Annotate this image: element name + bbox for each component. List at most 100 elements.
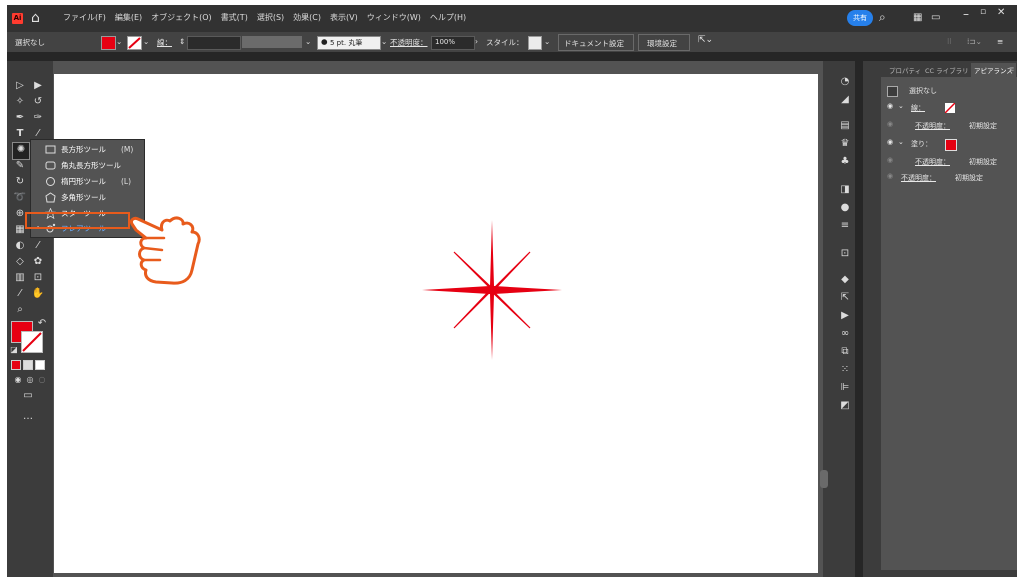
gradient-tool-icon[interactable]: ◐: [13, 239, 27, 253]
brush-dropdown-icon[interactable]: ⌄: [381, 37, 387, 46]
document-setup-button[interactable]: ドキュメント設定: [558, 34, 634, 51]
stroke-label[interactable]: 線：: [157, 37, 172, 48]
expand-chevron-icon[interactable]: ⌄: [898, 102, 904, 110]
stroke-weight-input[interactable]: [187, 36, 241, 50]
draw-inside-icon[interactable]: ○: [35, 373, 49, 387]
export-icon[interactable]: ⇱: [838, 291, 852, 305]
align-panel-icon[interactable]: ⊫: [838, 381, 852, 395]
selection-tool-icon[interactable]: ▷: [13, 79, 27, 93]
stroke-panel-icon[interactable]: ≡: [838, 219, 852, 233]
menu-type[interactable]: 書式(T): [221, 12, 248, 23]
share-button[interactable]: 共有: [847, 10, 873, 26]
visibility-eye-icon[interactable]: ◉: [887, 172, 893, 180]
paintbrush-tool-icon[interactable]: ✎: [13, 159, 27, 173]
asset-export-icon[interactable]: ⊡: [838, 247, 852, 261]
align-icon[interactable]: ⁝⁝: [947, 37, 952, 46]
menu-window[interactable]: ウィンドウ(W): [367, 12, 421, 23]
search-icon[interactable]: ⌕: [879, 10, 886, 25]
fill-red-swatch[interactable]: [945, 139, 957, 151]
screen-mode-icon[interactable]: ▭: [21, 389, 35, 403]
swap-colors-icon[interactable]: ↶: [35, 317, 49, 331]
variable-width-profile[interactable]: [242, 36, 302, 48]
type-tool-icon[interactable]: T: [13, 127, 27, 141]
lasso-tool-icon[interactable]: ↺: [31, 95, 45, 109]
transform-panel-icon[interactable]: ⁙: [838, 363, 852, 377]
blend-tool-icon[interactable]: ◇: [13, 255, 27, 269]
pathfinder-panel-icon[interactable]: ◩: [838, 399, 852, 413]
opacity-arrow-icon[interactable]: ›: [475, 37, 478, 46]
minimize-icon[interactable]: –: [963, 7, 969, 21]
symbol-sprayer-tool-icon[interactable]: ✿: [31, 255, 45, 269]
tab-cc-libraries[interactable]: CC ライブラリ: [925, 65, 969, 75]
maximize-icon[interactable]: ▫: [980, 7, 986, 17]
preferences-button[interactable]: 環境設定: [638, 34, 690, 51]
magic-wand-tool-icon[interactable]: ✧: [13, 95, 27, 109]
flyout-item-rectangle[interactable]: 長方形ツール (M): [31, 142, 144, 157]
fill-dropdown-icon[interactable]: ⌄: [116, 37, 122, 46]
arrange-documents-icon[interactable]: ⇱⌄: [698, 35, 713, 45]
brush-definition[interactable]: ● 5 pt. 丸筆: [317, 36, 381, 50]
transparency-panel-icon[interactable]: ●: [838, 201, 852, 215]
visibility-eye-icon[interactable]: ◉: [887, 120, 893, 128]
menu-select[interactable]: 選択(S): [257, 12, 284, 23]
stroke-swatch[interactable]: [127, 36, 142, 50]
stroke-dropdown-icon[interactable]: ⌄: [143, 37, 149, 46]
menu-view[interactable]: 表示(V): [330, 12, 358, 23]
expand-chevron-icon[interactable]: ⌄: [898, 138, 904, 146]
edit-toolbar-icon[interactable]: …: [21, 410, 35, 424]
tab-properties[interactable]: プロパティ: [889, 65, 921, 75]
fill-row-label[interactable]: 塗り：: [911, 139, 932, 149]
layers-panel-icon[interactable]: ◆: [838, 273, 852, 287]
swatches-panel-icon[interactable]: ◔: [838, 75, 852, 89]
links-panel-icon[interactable]: ∞: [838, 327, 852, 341]
visibility-eye-icon[interactable]: ◉: [887, 138, 893, 146]
curvature-tool-icon[interactable]: ✑: [31, 111, 45, 125]
panel-menu-icon[interactable]: ≡: [997, 37, 1003, 46]
opacity-label[interactable]: 不透明度：: [390, 37, 428, 48]
menu-file[interactable]: ファイル(F): [63, 12, 106, 23]
style-swatch[interactable]: [528, 36, 542, 50]
workspace-icon[interactable]: ▦: [913, 12, 922, 23]
actions-panel-icon[interactable]: ▶: [838, 309, 852, 323]
opacity-input[interactable]: 100%: [431, 36, 475, 50]
stroke-opacity-label[interactable]: 不透明度：: [915, 121, 950, 131]
menu-effect[interactable]: 効果(C): [293, 12, 321, 23]
visibility-eye-icon[interactable]: ◉: [887, 102, 893, 110]
flyout-item-rounded-rectangle[interactable]: 角丸長方形ツール: [31, 158, 144, 173]
direct-selection-tool-icon[interactable]: ▶: [31, 79, 45, 93]
object-opacity-label[interactable]: 不透明度：: [901, 173, 936, 183]
transform-icon[interactable]: ⁞⊐⌄: [967, 37, 982, 46]
brushes-panel-icon[interactable]: ◢: [838, 93, 852, 107]
flyout-item-ellipse[interactable]: 楕円形ツール (L): [31, 174, 144, 189]
slice-tool-icon[interactable]: ⁄: [13, 287, 27, 301]
scrollbar-thumb[interactable]: [820, 470, 828, 488]
artboards-panel-icon[interactable]: ⧉: [838, 345, 852, 359]
home-icon[interactable]: ⌂: [31, 10, 40, 26]
hand-tool-icon[interactable]: ✋: [31, 287, 45, 301]
stroke-weight-stepper[interactable]: ⇕: [179, 37, 185, 46]
fill-opacity-label[interactable]: 不透明度：: [915, 157, 950, 167]
gradient-panel-icon[interactable]: ◨: [838, 183, 852, 197]
flare-artwork[interactable]: [422, 220, 562, 360]
eyedropper-tool-icon[interactable]: ⁄: [31, 239, 45, 253]
stroke-color-swatch[interactable]: [21, 331, 43, 353]
gradient-mode-icon[interactable]: [23, 360, 33, 370]
panel-menu-icon[interactable]: ≡: [1009, 65, 1014, 73]
fill-swatch[interactable]: [101, 36, 116, 50]
close-icon[interactable]: ✕: [997, 7, 1005, 18]
flyout-item-polygon[interactable]: 多角形ツール: [31, 190, 144, 205]
none-mode-icon[interactable]: [35, 360, 45, 370]
artboard-tool-icon[interactable]: ⊡: [31, 271, 45, 285]
style-dropdown-icon[interactable]: ⌄: [544, 37, 550, 46]
vertical-scrollbar[interactable]: [823, 61, 835, 577]
arrange-icon[interactable]: ▭: [931, 12, 940, 23]
fill-row[interactable]: ◉ ⌄ 塗り：: [881, 137, 1017, 151]
graphic-styles-icon[interactable]: ♛: [838, 137, 852, 151]
visibility-eye-icon[interactable]: ◉: [887, 156, 893, 164]
stroke-row-label[interactable]: 線：: [911, 103, 925, 113]
color-panel-icon[interactable]: ♣: [838, 155, 852, 169]
menu-edit[interactable]: 編集(E): [115, 12, 142, 23]
rotate-tool-icon[interactable]: ↻: [13, 175, 27, 189]
symbols-panel-icon[interactable]: ▤: [838, 119, 852, 133]
zoom-tool-icon[interactable]: ⌕: [13, 303, 27, 317]
